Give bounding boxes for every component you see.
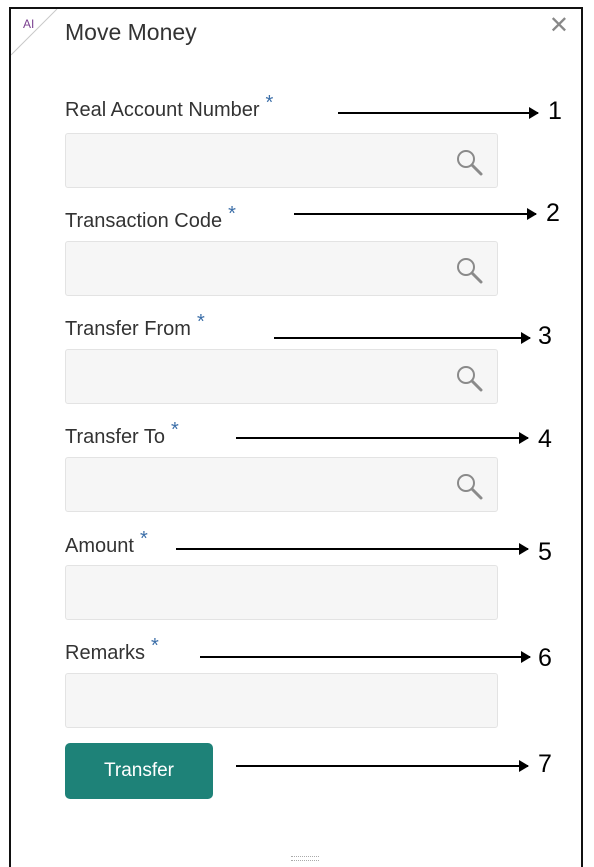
amount-label: Amount * [65,528,148,557]
transfer-to-input[interactable] [65,457,498,512]
remarks-label: Remarks * [65,635,159,664]
remarks-input[interactable] [65,673,498,728]
callout-number: 5 [538,538,552,566]
callout-number: 6 [538,644,552,672]
transfer-button[interactable]: Transfer [65,743,213,799]
callout-arrow [236,432,529,444]
real-account-number-input[interactable] [65,133,498,188]
callout-number: 7 [538,750,552,778]
amount-input[interactable] [65,565,498,620]
corner-badge: AI [23,17,35,31]
callout-arrow [338,107,539,119]
callout-number: 3 [538,322,552,350]
resize-grip[interactable] [291,856,319,861]
callout-number: 1 [548,97,562,125]
corner-fold-icon [11,9,58,56]
required-asterisk: * [265,92,274,114]
transaction-code-label: Transaction Code * [65,203,236,232]
callout-arrow [274,332,531,344]
callout-arrow [236,760,529,772]
search-icon[interactable] [453,254,485,286]
search-icon[interactable] [453,470,485,502]
search-icon[interactable] [453,146,485,178]
search-icon[interactable] [453,362,485,394]
required-asterisk: * [151,635,159,657]
real-account-number-label: Real Account Number * [65,92,274,121]
required-asterisk: * [171,419,179,441]
required-asterisk: * [228,203,236,225]
required-asterisk: * [139,528,148,550]
panel-title: Move Money [65,19,197,45]
callout-arrow [176,543,529,555]
callout-arrow [294,208,537,220]
required-asterisk: * [196,311,205,333]
transfer-from-input[interactable] [65,349,498,404]
callout-number: 2 [546,199,560,227]
transfer-from-label: Transfer From * [65,311,205,340]
callout-arrow [200,651,531,663]
transfer-to-label: Transfer To * [65,419,179,448]
transaction-code-input[interactable] [65,241,498,296]
close-icon[interactable]: ✕ [549,11,569,40]
callout-number: 4 [538,425,552,453]
